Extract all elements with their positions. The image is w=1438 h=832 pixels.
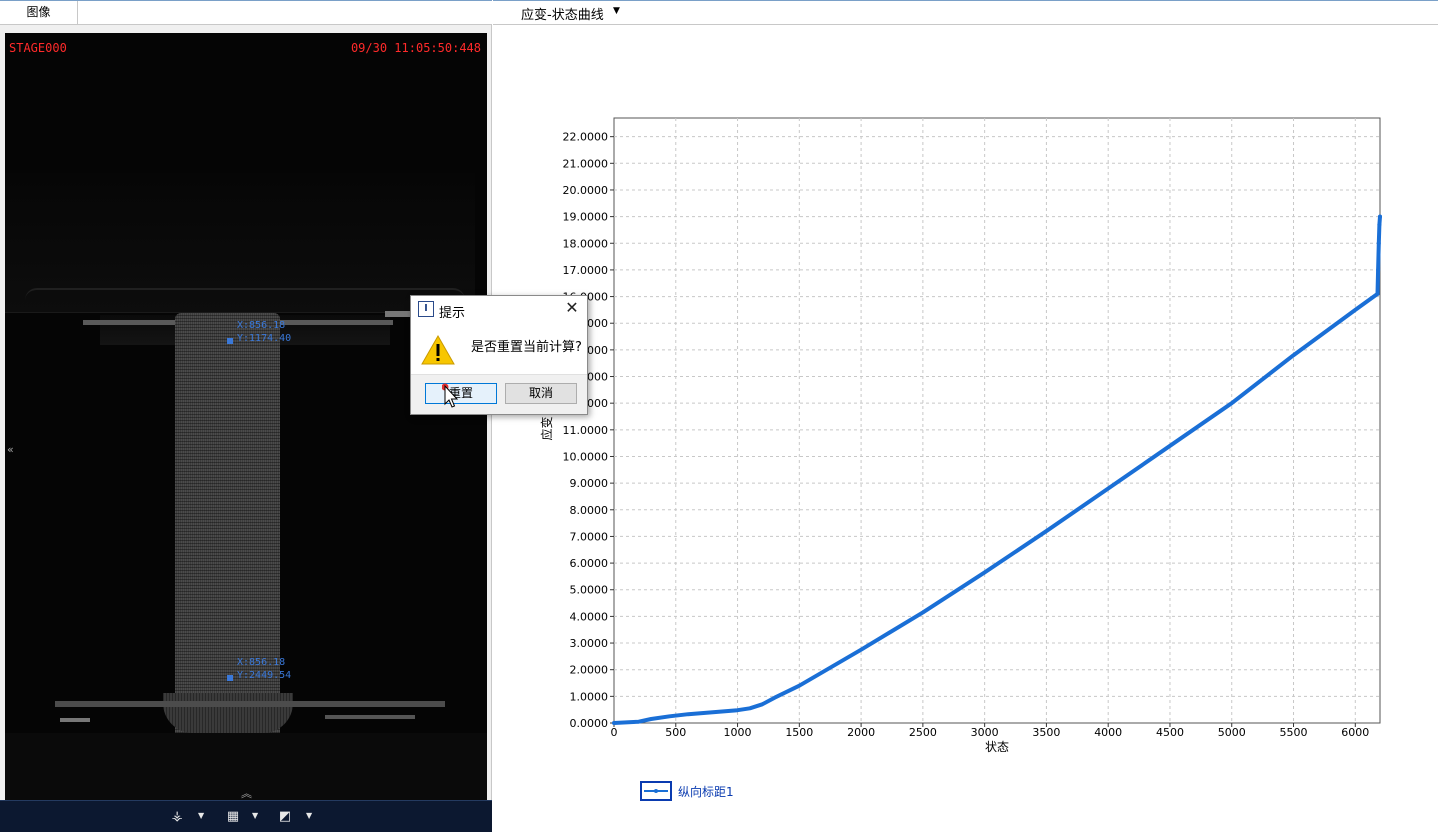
image-toolbar: ⚶ ▼ ▦ ▼ ◩ ▼ (0, 800, 492, 832)
series-point[interactable] (1376, 267, 1381, 272)
gauge-marker-top-x: X:856.18 (237, 320, 286, 331)
legend-line-icon (644, 789, 668, 793)
image-export-dropdown-icon[interactable]: ▼ (306, 811, 312, 820)
y-tick-label: 5.0000 (570, 584, 609, 597)
image-panel: 图像 STAGE000 09/30 11:05:50:448 X:856.18 … (0, 0, 492, 832)
series-point[interactable] (1376, 241, 1381, 246)
x-tick-label: 1000 (724, 726, 752, 739)
image-panel-header: 图像 (0, 0, 492, 25)
y-tick-label: 11.0000 (563, 424, 609, 437)
lower-grip-bar (55, 701, 445, 707)
y-tick-label: 1.0000 (570, 690, 609, 703)
mouse-cursor-icon (442, 383, 458, 408)
reset-button[interactable]: 重置 (425, 383, 497, 404)
legend-swatch (640, 781, 672, 801)
grid-select-dropdown-icon[interactable]: ▼ (252, 811, 258, 820)
series-point[interactable] (1375, 291, 1380, 296)
x-tick-label: 6000 (1341, 726, 1369, 739)
legend-series-label: 纵向标距1 (678, 785, 734, 799)
gauge-marker-top-label: X:856.18 Y:1174.40 (237, 319, 291, 345)
y-tick-label: 20.0000 (563, 184, 609, 197)
y-tick-label: 9.0000 (570, 477, 609, 490)
x-tick-label: 2000 (847, 726, 875, 739)
tab-image[interactable]: 图像 (0, 1, 78, 25)
y-tick-label: 19.0000 (563, 211, 609, 224)
series-point[interactable] (1377, 222, 1382, 227)
gauge-marker-bottom-label: X:856.18 Y:2449.54 (237, 656, 291, 682)
cancel-button[interactable]: 取消 (505, 383, 577, 404)
collapse-left-icon[interactable]: « (7, 443, 14, 456)
frame-timestamp: 09/30 11:05:50:448 (350, 41, 481, 55)
image-export-icon[interactable]: ◩ (276, 809, 294, 825)
plot-area[interactable] (613, 117, 1381, 724)
cancel-button-label: 取消 (528, 386, 553, 400)
gauge-marker-top[interactable] (227, 338, 233, 344)
x-tick-label: 500 (665, 726, 686, 739)
app-icon: I (418, 301, 434, 317)
x-tick-label: 2500 (909, 726, 937, 739)
y-tick-label: 18.0000 (563, 237, 609, 250)
camera-image-view[interactable]: STAGE000 09/30 11:05:50:448 X:856.18 Y:1… (5, 33, 487, 801)
y-tick-label: 2.0000 (570, 664, 609, 677)
x-tick-label: 5500 (1280, 726, 1308, 739)
y-tick-label: 0.0000 (570, 717, 609, 730)
lower-grip-highlight (60, 718, 90, 722)
x-tick-label: 0 (611, 726, 618, 739)
stage-label: STAGE000 (9, 41, 67, 55)
coordinate-axes-icon[interactable]: ⚶ (168, 809, 186, 825)
specimen-foot (163, 693, 293, 733)
gauge-marker-bottom-x: X:856.18 (237, 657, 286, 668)
warning-icon (421, 335, 455, 365)
dialog-title: 提示 (439, 306, 466, 321)
dialog-body: 是否重置当前计算? (411, 322, 587, 374)
chart-panel: 应变-状态曲线 ▼ 0 500 1000 1500 2000 2500 3000 3500 40… (493, 0, 1438, 832)
gauge-marker-bottom-y: Y:2449.54 (237, 670, 292, 681)
y-tick-label: 6.0000 (570, 557, 609, 570)
dialog-message: 是否重置当前计算? (471, 340, 582, 355)
y-tick-label: 10.0000 (563, 450, 609, 463)
y-tick-label: 8.0000 (570, 504, 609, 517)
collapse-bottom-icon[interactable]: ︽ (241, 785, 252, 801)
y-tick-label: 22.0000 (563, 131, 609, 144)
x-tick-label: 1500 (785, 726, 813, 739)
y-tick-label: 21.0000 (563, 157, 609, 170)
dialog-titlebar[interactable]: I 提示 ✕ (411, 296, 587, 322)
y-axis-label: 应变 (539, 416, 554, 440)
x-tick-label: 3000 (971, 726, 999, 739)
y-tick-label: 7.0000 (570, 530, 609, 543)
x-axis-label: 状态 (985, 740, 1009, 754)
grid-select-icon[interactable]: ▦ (224, 809, 242, 825)
y-tick-label: 17.0000 (563, 264, 609, 277)
close-icon[interactable]: ✕ (563, 298, 581, 318)
series-point[interactable] (1378, 214, 1382, 219)
x-tick-label: 3500 (1032, 726, 1060, 739)
lower-grip-highlight-right (325, 715, 415, 719)
x-tick-label: 5000 (1218, 726, 1246, 739)
x-tick-label: 4000 (1094, 726, 1122, 739)
reset-confirm-dialog: I 提示 ✕ 是否重置当前计算? 重置 取消 (410, 295, 588, 415)
x-tick-label: 4500 (1156, 726, 1184, 739)
strain-state-chart[interactable]: 0 500 1000 1500 2000 2500 3000 3500 4000 4500 5000… (493, 0, 1438, 832)
gauge-marker-top-y: Y:1174.40 (237, 333, 292, 344)
y-tick-label: 4.0000 (570, 610, 609, 623)
coordinate-axes-dropdown-icon[interactable]: ▼ (198, 811, 204, 820)
dialog-footer: 重置 取消 (411, 374, 587, 414)
y-tick-label: 3.0000 (570, 637, 609, 650)
gauge-marker-bottom[interactable] (227, 675, 233, 681)
